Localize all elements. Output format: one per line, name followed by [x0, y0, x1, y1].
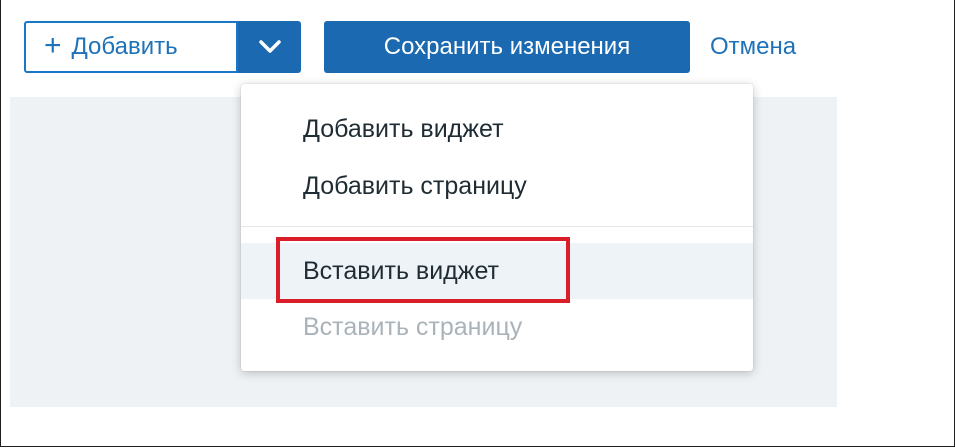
cancel-link[interactable]: Отмена — [710, 21, 796, 73]
menu-item-add-widget[interactable]: Добавить виджет — [241, 101, 753, 157]
add-dropdown-button[interactable] — [238, 21, 301, 73]
menu-item-paste-page: Вставить страницу — [303, 312, 523, 341]
menu-item-paste-widget[interactable]: Вставить виджет — [241, 243, 753, 299]
add-button-label: Добавить — [71, 33, 178, 60]
menu-divider — [241, 226, 753, 227]
save-changes-label: Сохранить изменения — [383, 33, 631, 60]
chevron-down-icon — [258, 40, 281, 53]
plus-icon: + — [44, 28, 62, 62]
save-changes-button[interactable]: Сохранить изменения — [324, 21, 690, 73]
add-button[interactable]: + Добавить — [24, 21, 238, 73]
menu-item-add-page[interactable]: Добавить страницу — [241, 158, 753, 214]
add-dropdown-menu: Добавить виджет Добавить страницу Встави… — [241, 84, 753, 371]
